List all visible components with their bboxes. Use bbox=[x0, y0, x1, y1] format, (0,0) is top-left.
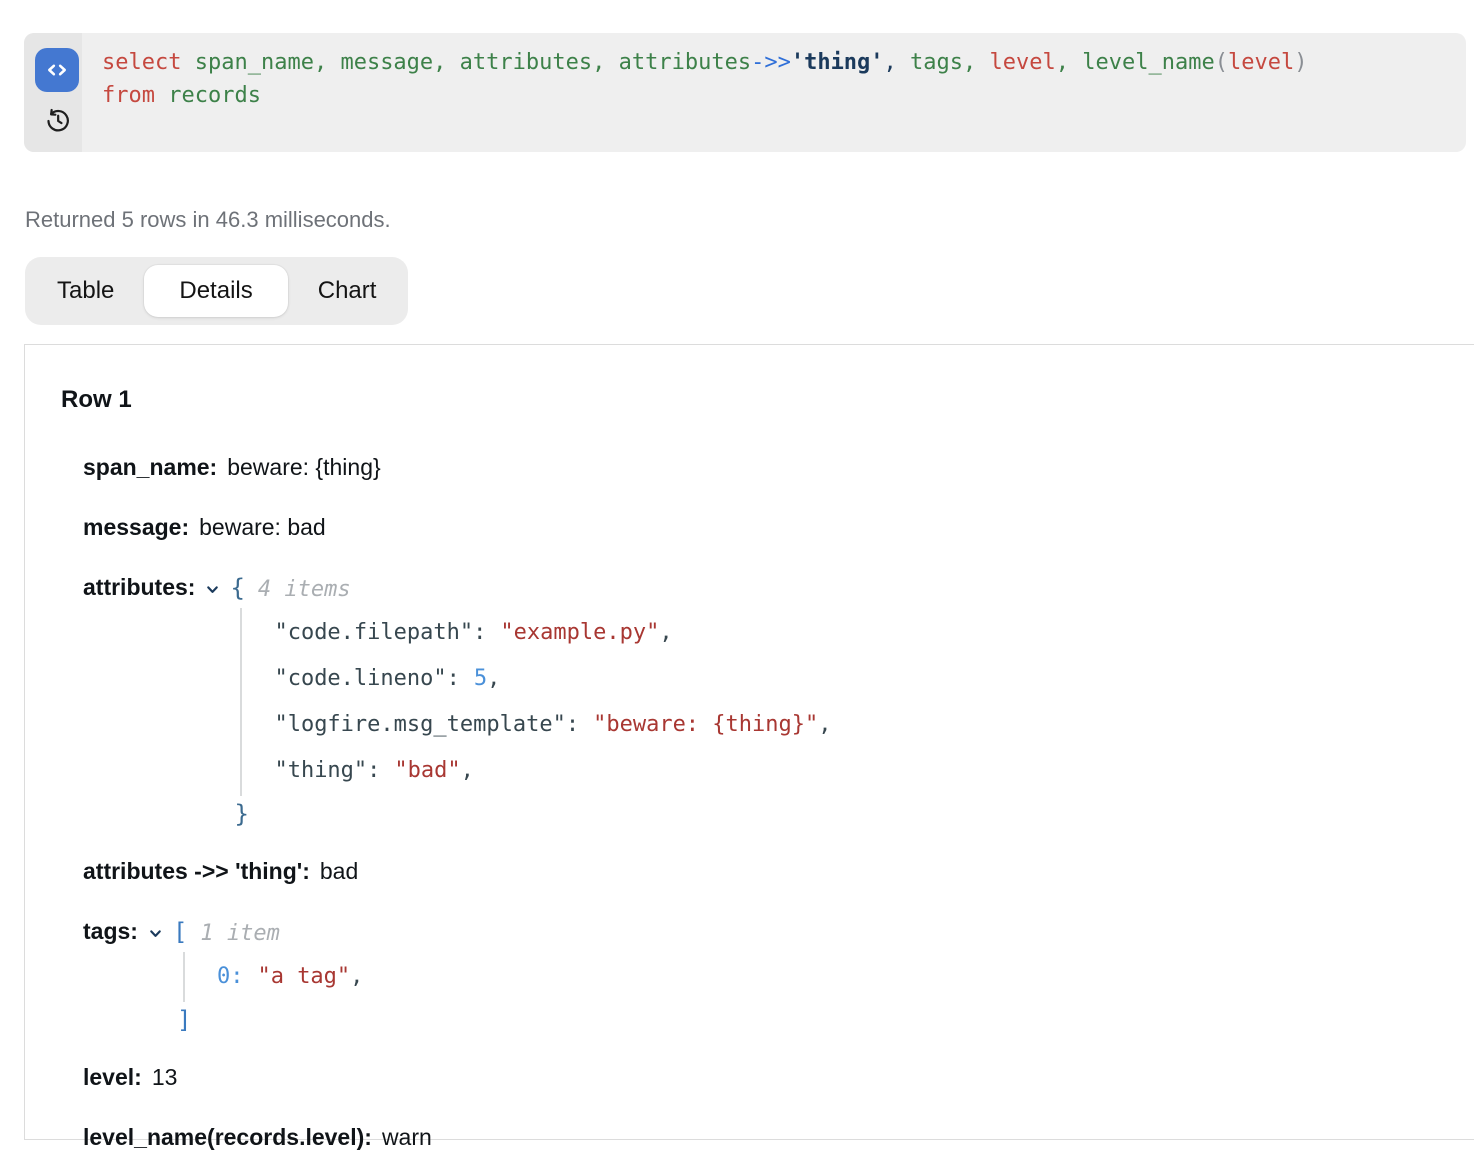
json-entry: "code.lineno": 5, bbox=[274, 656, 831, 702]
sql-token bbox=[155, 83, 168, 108]
history-icon bbox=[43, 107, 71, 135]
tab-details[interactable]: Details bbox=[144, 265, 287, 317]
query-history-button[interactable] bbox=[41, 105, 73, 137]
open-bracket: [ bbox=[173, 918, 187, 946]
sql-token: level bbox=[1228, 50, 1294, 75]
json-key: "code.lineno": bbox=[274, 666, 459, 691]
json-tree: [1 item 0: "a tag",] bbox=[173, 918, 363, 1035]
sql-token: ) bbox=[1294, 50, 1307, 75]
field-label-text: attributes: bbox=[83, 574, 195, 601]
code-icon bbox=[43, 56, 71, 84]
tab-table[interactable]: Table bbox=[27, 277, 144, 305]
field-value: 13 bbox=[152, 1064, 178, 1090]
field-value: beware: bad bbox=[199, 514, 326, 540]
json-entries: "code.filepath":"example.py","code.linen… bbox=[240, 608, 831, 796]
sql-token: , bbox=[884, 50, 911, 75]
field-level: level: 13 bbox=[83, 1064, 1445, 1091]
sql-token: level bbox=[990, 50, 1056, 75]
json-entry: "thing": "bad", bbox=[274, 748, 831, 794]
json-comma: , bbox=[487, 666, 500, 691]
json-entries: 0: "a tag", bbox=[183, 952, 363, 1002]
json-key: "thing": bbox=[274, 758, 380, 783]
json-comma: , bbox=[818, 712, 831, 737]
sql-token: ( bbox=[1215, 50, 1228, 75]
field-span_name: span_name: beware: {thing} bbox=[83, 454, 1445, 481]
field-value: beware: {thing} bbox=[227, 454, 380, 480]
field-label: span_name: bbox=[83, 454, 217, 480]
sql-token: ->> bbox=[751, 50, 791, 75]
item-count: 1 item bbox=[200, 921, 279, 946]
json-comma: , bbox=[461, 758, 474, 783]
field-label: level: bbox=[83, 1064, 142, 1090]
query-status-text: Returned 5 rows in 46.3 milliseconds. bbox=[25, 207, 391, 233]
sql-token bbox=[181, 50, 194, 75]
sql-token: attributes bbox=[619, 50, 751, 75]
field-label: attributes: bbox=[83, 574, 221, 601]
tab-chart[interactable]: Chart bbox=[288, 277, 407, 305]
field-label: tags: bbox=[83, 918, 164, 945]
sql-token: , bbox=[963, 50, 990, 75]
field-label: attributes ->> 'thing': bbox=[83, 858, 310, 884]
field-level_name: level_name(records.level): warn bbox=[83, 1124, 1445, 1151]
sql-token: , bbox=[592, 50, 619, 75]
json-value: 5 bbox=[474, 666, 487, 691]
sql-token: select bbox=[102, 50, 181, 75]
row-title: Row 1 bbox=[61, 386, 1445, 414]
sql-line-2: from records bbox=[102, 79, 1307, 112]
close-bracket: ] bbox=[177, 1005, 363, 1035]
sql-token: from bbox=[102, 83, 155, 108]
json-tree-head: {4 items bbox=[230, 574, 831, 602]
sql-token: message bbox=[340, 50, 433, 75]
json-comma: , bbox=[350, 964, 363, 989]
details-panel: Row 1 span_name: beware: {thing} message: b… bbox=[24, 344, 1474, 1140]
field-attributes-thing: attributes ->> 'thing': bad bbox=[83, 858, 1445, 885]
chevron-down-icon[interactable] bbox=[147, 925, 164, 942]
query-editor: select span_name, message, attributes, a… bbox=[24, 33, 1466, 152]
json-comma: , bbox=[659, 620, 672, 645]
json-entry: 0: "a tag", bbox=[217, 954, 363, 1000]
field-value: warn bbox=[382, 1124, 432, 1150]
json-value: "beware: {thing}" bbox=[593, 712, 818, 737]
field-label: level_name(records.level): bbox=[83, 1124, 372, 1150]
sql-token: , bbox=[314, 50, 341, 75]
field-label-text: tags: bbox=[83, 918, 138, 945]
sql-token: 'thing' bbox=[791, 50, 884, 75]
sql-token: , bbox=[433, 50, 460, 75]
field-attributes: attributes: {4 items "code.filepath": "exa… bbox=[83, 574, 1445, 829]
result-view-tabs: TableDetailsChart bbox=[25, 257, 408, 325]
editor-gutter bbox=[24, 33, 82, 152]
json-entry: "code.filepath": "example.py", bbox=[274, 610, 831, 656]
json-entry: "logfire.msg_template": "beware: {thing}"… bbox=[274, 702, 831, 748]
field-tags: tags: [1 item 0: "a tag",] bbox=[83, 918, 1445, 1035]
sql-token: tags bbox=[910, 50, 963, 75]
sql-query-text[interactable]: select span_name, message, attributes, a… bbox=[82, 33, 1325, 152]
json-tree-head: [1 item bbox=[173, 918, 363, 946]
json-value: "a tag" bbox=[257, 964, 350, 989]
json-key: "code.filepath": bbox=[274, 620, 486, 645]
sql-token: level_name bbox=[1082, 50, 1214, 75]
sql-line-1: select span_name, message, attributes, a… bbox=[102, 46, 1307, 79]
sql-token: , bbox=[1056, 50, 1083, 75]
code-editor-button[interactable] bbox=[35, 48, 79, 92]
open-bracket: { bbox=[230, 574, 244, 602]
json-key: 0: bbox=[217, 964, 244, 989]
json-value: "bad" bbox=[394, 758, 460, 783]
close-bracket: } bbox=[234, 799, 831, 829]
json-key: "logfire.msg_template": bbox=[274, 712, 579, 737]
field-message: message: beware: bad bbox=[83, 514, 1445, 541]
json-value: "example.py" bbox=[500, 620, 659, 645]
field-value: bad bbox=[320, 858, 358, 884]
row-fields: span_name: beware: {thing} message: beware:… bbox=[83, 454, 1445, 1151]
field-label: message: bbox=[83, 514, 189, 540]
item-count: 4 items bbox=[258, 577, 351, 602]
sql-token: attributes bbox=[460, 50, 592, 75]
chevron-down-icon[interactable] bbox=[204, 581, 221, 598]
sql-token: records bbox=[168, 83, 261, 108]
json-tree: {4 items"code.filepath":"example.py","co… bbox=[230, 574, 831, 829]
sql-token: span_name bbox=[195, 50, 314, 75]
